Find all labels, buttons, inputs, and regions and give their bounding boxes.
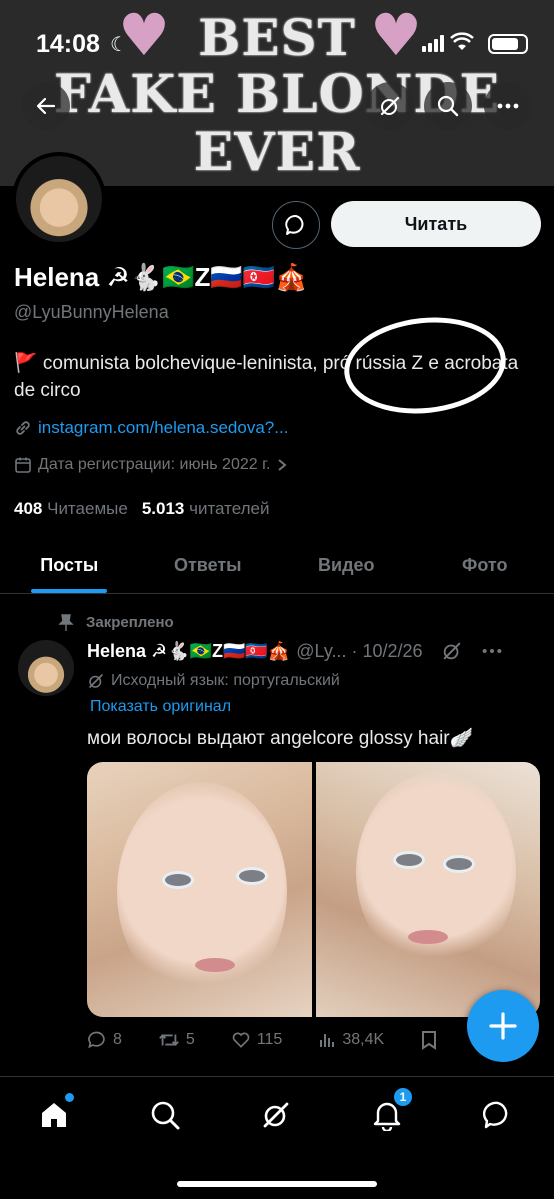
tweet-photo-1[interactable] (87, 762, 312, 1017)
tweet-photo-2[interactable] (315, 762, 540, 1017)
pin-icon (58, 614, 74, 637)
views-icon (320, 1034, 335, 1047)
tweet-author-name[interactable]: Helena ☭🐇🇧🇷Z🇷🇺🇰🇵🎪 (87, 641, 290, 662)
bookmark-icon (422, 1031, 437, 1050)
profile-display-name: Helena ☭🐇🇧🇷Z🇷🇺🇰🇵🎪 (14, 262, 308, 292)
views-button[interactable]: 38,4K (318, 1030, 384, 1050)
nav-grok[interactable] (256, 1095, 296, 1135)
tweet-meta: @Ly... · 10/2/26 (296, 640, 423, 661)
home-unread-dot (65, 1093, 74, 1102)
profile-handle: @LyuBunnyHelena (14, 302, 169, 322)
chat-bubble-icon (285, 214, 304, 235)
battery-icon (488, 34, 528, 54)
chevron-right-icon (278, 459, 287, 471)
followers-stat[interactable]: 5.013 читателей (142, 499, 270, 519)
tab-replies[interactable]: Ответы (139, 538, 278, 593)
grok-icon (89, 674, 103, 688)
reply-icon (88, 1031, 105, 1049)
signal-icon (422, 34, 444, 52)
retweet-icon (159, 1034, 179, 1046)
retweet-button[interactable]: 5 (158, 1030, 195, 1050)
tab-photo[interactable]: Фото (416, 538, 554, 593)
like-button[interactable]: 115 (231, 1030, 282, 1050)
status-time: 14:08 (36, 30, 100, 58)
compose-button[interactable] (467, 990, 539, 1062)
hand-drawn-circle-annotation (339, 309, 511, 422)
bottom-nav: 1 (0, 1076, 554, 1199)
profile-tabs: Посты Ответы Видео Фото (0, 538, 554, 594)
search-icon (151, 1101, 180, 1130)
profile-link[interactable]: instagram.com/helena.sedova?... (14, 418, 288, 438)
nav-search[interactable] (145, 1095, 185, 1135)
joined-date[interactable]: Дата регистрации: июнь 2022 г. (14, 456, 288, 474)
wifi-icon (450, 32, 474, 57)
tweet-text: мои волосы выдают angelcore glossy hair🪽 (87, 728, 474, 749)
nav-messages[interactable] (478, 1095, 518, 1135)
more-button[interactable] (484, 82, 532, 130)
back-button[interactable] (22, 82, 70, 130)
notifications-badge: 1 (393, 1087, 413, 1107)
tab-video[interactable]: Видео (277, 538, 416, 593)
bookmark-button[interactable] (420, 1030, 438, 1050)
grok-icon[interactable] (441, 640, 463, 662)
nav-home[interactable] (34, 1093, 74, 1135)
search-button[interactable] (424, 82, 472, 130)
chat-bubble-icon (482, 1101, 508, 1129)
tweet-media[interactable] (87, 762, 540, 1017)
link-icon (16, 421, 30, 435)
pinned-label: Закреплено (86, 614, 174, 631)
moon-icon: ☾ (110, 34, 128, 56)
grok-button[interactable] (366, 82, 414, 130)
message-button[interactable] (272, 201, 320, 249)
follow-button[interactable]: Читать (331, 201, 541, 247)
search-icon (437, 95, 459, 117)
back-arrow-icon (36, 97, 56, 115)
more-icon (497, 103, 519, 109)
nav-notifications[interactable]: 1 (367, 1087, 413, 1135)
follow-stats: 408 Читаемые 5.013 читателей (14, 499, 269, 519)
banner-line-2: FAKE BLONDE (53, 64, 501, 125)
following-stat[interactable]: 408 Читаемые (14, 499, 128, 519)
profile-link-text[interactable]: instagram.com/helena.sedova?... (38, 418, 288, 438)
tweet-avatar[interactable] (18, 640, 74, 696)
joined-date-text: Дата регистрации: июнь 2022 г. (38, 456, 271, 473)
home-indicator (177, 1181, 377, 1187)
home-icon (42, 1103, 66, 1127)
profile-avatar[interactable] (12, 152, 106, 246)
tab-posts[interactable]: Посты (0, 538, 139, 593)
plus-icon (489, 1012, 517, 1040)
tweet-header: Helena ☭🐇🇧🇷Z🇷🇺🇰🇵🎪 @Ly... · 10/2/26 (87, 640, 537, 662)
reply-button[interactable]: 8 (87, 1030, 122, 1050)
grok-icon (380, 96, 400, 116)
show-original-link[interactable]: Показать оригинал (90, 698, 231, 716)
tweet-source-language: Исходный язык: португальский (87, 672, 340, 690)
status-bar: 14:08 ☾ (0, 28, 554, 58)
grok-icon (263, 1102, 289, 1128)
more-icon[interactable] (481, 648, 503, 654)
calendar-icon (15, 457, 31, 473)
heart-icon (232, 1032, 250, 1048)
